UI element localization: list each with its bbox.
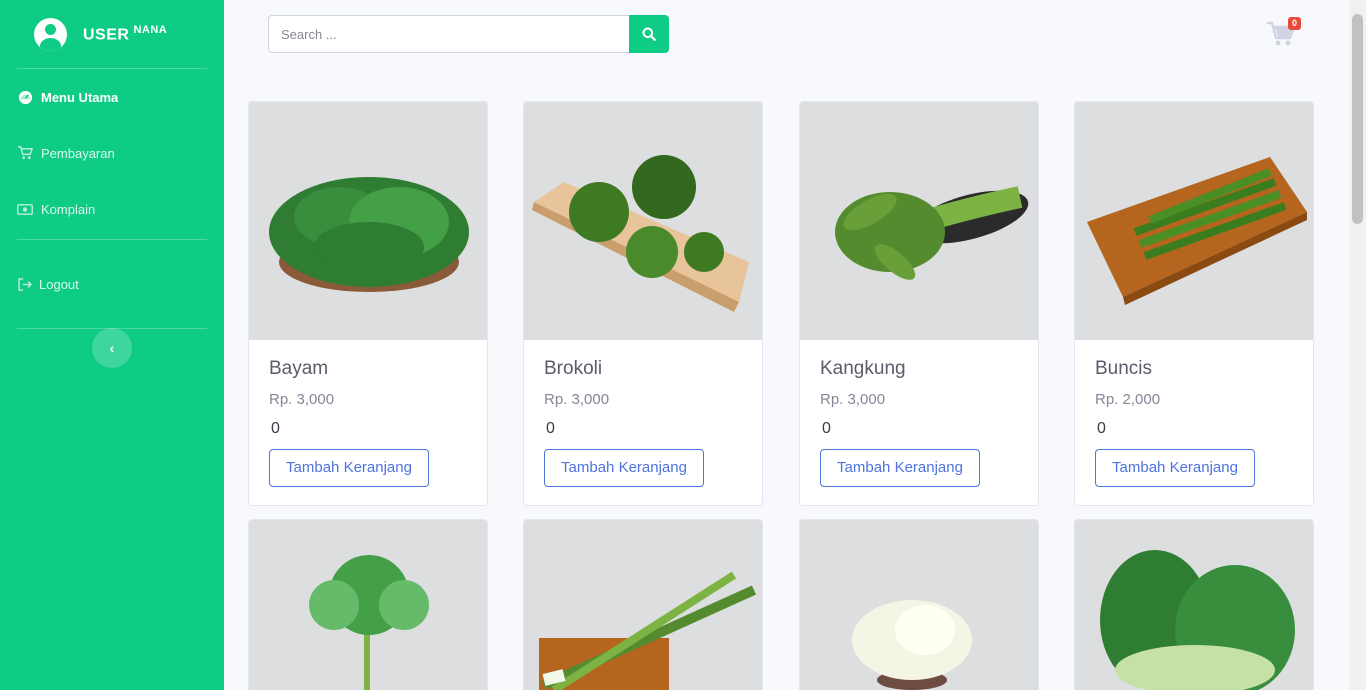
product-quantity: 0 xyxy=(271,420,280,437)
product-card xyxy=(523,519,763,690)
product-name: Brokoli xyxy=(544,358,603,379)
bok-choy-image xyxy=(1075,520,1313,690)
product-card: Buncis Rp. 2,000 0 Tambah Keranjang xyxy=(1074,101,1314,506)
broccoli-image xyxy=(524,102,762,340)
product-price: Rp. 3,000 xyxy=(269,391,335,408)
scallion-image xyxy=(524,520,762,690)
cart-button[interactable]: 0 xyxy=(1266,17,1301,48)
product-card: Kangkung Rp. 3,000 0 Tambah Keranjang xyxy=(799,101,1039,506)
product-card xyxy=(248,519,488,690)
sidebar-item-logout[interactable]: Logout xyxy=(0,240,224,328)
parsley-image xyxy=(249,520,487,690)
logout-icon xyxy=(17,276,33,292)
add-to-cart-button[interactable]: Tambah Keranjang xyxy=(820,449,980,487)
add-to-cart-button[interactable]: Tambah Keranjang xyxy=(544,449,704,487)
sidebar: USER NANA Menu Utama Pembayaran Komplain … xyxy=(0,0,224,690)
dashboard-icon xyxy=(17,89,33,105)
product-card xyxy=(1074,519,1314,690)
product-quantity: 0 xyxy=(546,420,555,437)
sidebar-brand[interactable]: USER NANA xyxy=(0,0,224,68)
sidebar-item-label: Logout xyxy=(39,276,79,292)
product-name: Kangkung xyxy=(820,358,906,379)
sidebar-item-komplain[interactable]: Komplain xyxy=(0,181,224,237)
search-icon xyxy=(642,27,656,41)
product-quantity: 0 xyxy=(822,420,831,437)
chevron-left-icon: ‹ xyxy=(109,340,115,356)
product-price: Rp. 2,000 xyxy=(1095,391,1161,408)
brand-user-name: NANA xyxy=(133,23,168,36)
product-card xyxy=(799,519,1039,690)
cart-icon xyxy=(17,145,33,161)
brand-user-label: USER xyxy=(83,26,130,44)
spinach-image xyxy=(249,102,487,340)
sidebar-item-menu-utama[interactable]: Menu Utama xyxy=(0,69,224,125)
money-icon xyxy=(17,201,33,217)
scrollbar-thumb[interactable] xyxy=(1352,14,1363,224)
product-quantity: 0 xyxy=(1097,420,1106,437)
sidebar-toggle-button[interactable]: ‹ xyxy=(92,328,132,368)
sidebar-item-label: Menu Utama xyxy=(41,89,119,105)
brand-title: USER NANA xyxy=(83,24,167,44)
page-scrollbar[interactable] xyxy=(1349,0,1366,690)
sidebar-item-pembayaran[interactable]: Pembayaran xyxy=(0,125,224,181)
user-avatar-icon xyxy=(34,17,67,51)
search-input[interactable] xyxy=(268,15,629,53)
search-button[interactable] xyxy=(629,15,669,53)
product-name: Bayam xyxy=(269,358,329,379)
cabbage-image xyxy=(800,520,1038,690)
water-spinach-image xyxy=(800,102,1038,340)
product-price: Rp. 3,000 xyxy=(544,391,610,408)
product-name: Buncis xyxy=(1095,358,1153,379)
product-price: Rp. 3,000 xyxy=(820,391,886,408)
sidebar-item-label: Komplain xyxy=(41,201,96,217)
product-card: Brokoli Rp. 3,000 0 Tambah Keranjang xyxy=(523,101,763,506)
add-to-cart-button[interactable]: Tambah Keranjang xyxy=(1095,449,1255,487)
search-bar xyxy=(268,15,669,53)
sidebar-item-label: Pembayaran xyxy=(41,145,115,161)
green-beans-image xyxy=(1075,102,1313,340)
add-to-cart-button[interactable]: Tambah Keranjang xyxy=(269,449,429,487)
product-card: Bayam Rp. 3,000 0 Tambah Keranjang xyxy=(248,101,488,506)
cart-count-badge: 0 xyxy=(1288,17,1301,30)
